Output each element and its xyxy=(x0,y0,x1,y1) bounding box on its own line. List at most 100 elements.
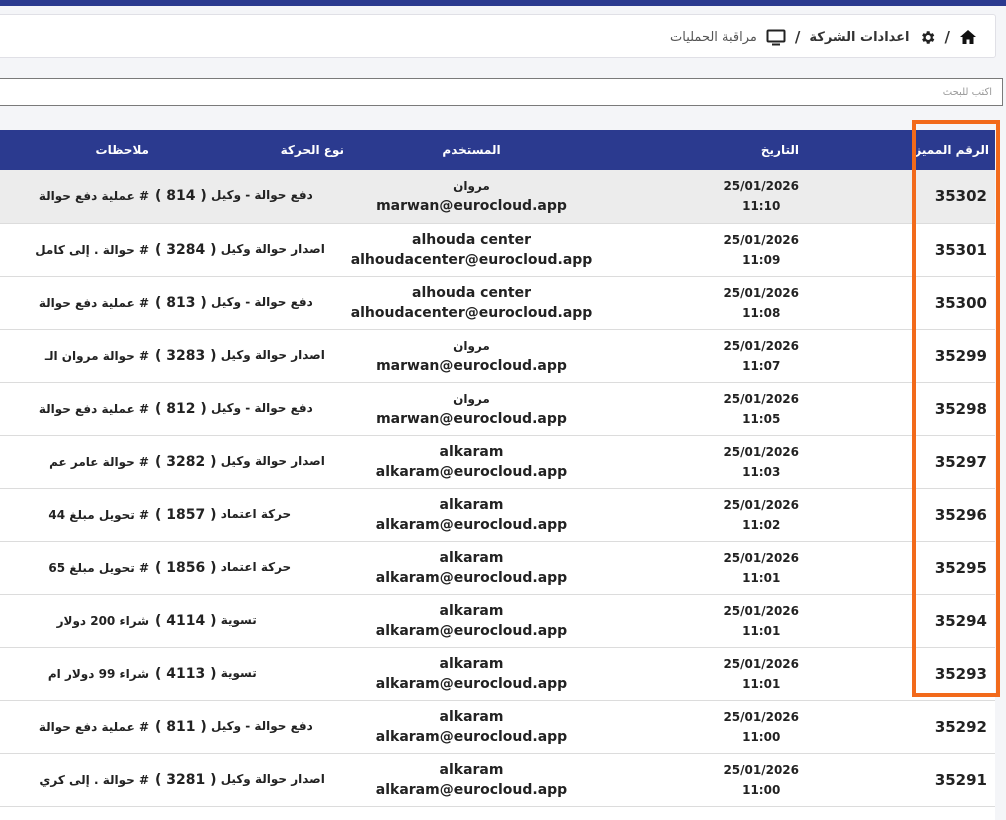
cell-id: 35295 xyxy=(934,558,987,577)
date-value: 25/01/2026 xyxy=(723,285,799,300)
table-row[interactable]: # تحويل مبلغ 44 حركة اعتماد ( 1857 ) alkar… xyxy=(0,488,995,541)
gear-icon xyxy=(919,29,936,46)
type-number: ( 3283 ) xyxy=(155,347,217,364)
type-label: تسوية xyxy=(220,612,257,627)
cell-id: 35294 xyxy=(934,611,987,630)
cell-date: 25/01/2026 11:07 xyxy=(598,329,903,382)
cell-id: 35301 xyxy=(934,240,987,259)
cell-id: 35297 xyxy=(934,452,987,471)
cell-user: alkaram alkaram@eurocloud.app xyxy=(345,594,598,647)
time-value: 11:10 xyxy=(742,199,781,214)
table-row[interactable]: # عملية دفع حوالة دفع حوالة - وكيل ( 813 … xyxy=(0,276,995,329)
date-value: 25/01/2026 xyxy=(723,391,799,406)
table-row[interactable]: # حوالة . إلى كري اصدار حوالة وكيل ( 3281… xyxy=(0,753,995,806)
cell-notes: # عملية دفع حوالة xyxy=(38,295,149,310)
time-value: 11:00 xyxy=(742,729,781,744)
user-email: alkaram@eurocloud.app xyxy=(375,516,568,533)
type-label: دفع حوالة - وكيل xyxy=(210,188,313,203)
cell-type: اصدار حوالة وكيل ( 3283 ) xyxy=(155,329,345,382)
breadcrumb-separator: / xyxy=(794,28,801,46)
type-label: اصدار حوالة وكيل xyxy=(220,347,325,362)
cell-id: 35300 xyxy=(934,293,987,312)
date-value: 25/01/2026 xyxy=(723,709,799,724)
user-name: مروان xyxy=(453,338,490,353)
user-name: مروان xyxy=(453,179,490,194)
cell-type: دفع حوالة - وكيل ( 814 ) xyxy=(155,170,345,223)
cell-notes: # حوالة عامر عم xyxy=(49,454,149,469)
type-label: اصدار حوالة وكيل xyxy=(220,771,325,786)
date-value: 25/01/2026 xyxy=(723,603,799,618)
user-email: alkaram@eurocloud.app xyxy=(375,781,568,798)
type-number: ( 814 ) xyxy=(155,188,207,205)
table-row[interactable]: شراء 99 دولار ام تسوية ( 4113 ) alkaram alk… xyxy=(0,647,995,700)
monitor-icon xyxy=(766,29,786,46)
cell-user: alkaram alkaram@eurocloud.app xyxy=(345,700,598,753)
time-value: 11:02 xyxy=(742,517,781,532)
cell-date: 25/01/2026 11:00 xyxy=(598,753,903,806)
type-number: ( 3284 ) xyxy=(155,241,217,258)
top-accent-bar xyxy=(0,0,1006,6)
cell-user: alkaram alkaram@eurocloud.app xyxy=(345,753,598,806)
cell-notes: # حوالة مروان الـ xyxy=(44,348,149,363)
type-number: ( 1857 ) xyxy=(155,506,217,523)
table-row[interactable]: # حوالة . إلى كامل اصدار حوالة وكيل ( 328… xyxy=(0,223,995,276)
cell-date: 25/01/2026 11:05 xyxy=(598,382,903,435)
table-row[interactable]: # تحويل مبلغ 65 حركة اعتماد ( 1856 ) alkar… xyxy=(0,541,995,594)
type-label: دفع حوالة - وكيل xyxy=(210,294,313,309)
user-email: alhoudacenter@eurocloud.app xyxy=(350,251,593,268)
date-value: 25/01/2026 xyxy=(723,656,799,671)
breadcrumb: / اعدادات الشركة / مراقبة الحمليات xyxy=(0,14,996,58)
date-value: 25/01/2026 xyxy=(723,179,799,194)
table-row[interactable]: # عملية دفع حوالة دفع حوالة - وكيل ( 814 … xyxy=(0,170,995,223)
cell-notes: # عملية دفع حوالة xyxy=(38,719,149,734)
user-name: alkaram xyxy=(439,549,504,566)
cell-type: حركة اعتماد ( 1857 ) xyxy=(155,488,345,541)
cell-id: 35299 xyxy=(934,346,987,365)
header-date[interactable]: التاريخ xyxy=(598,130,903,170)
type-label: اصدار حوالة وكيل xyxy=(220,241,325,256)
type-label: دفع حوالة - وكيل xyxy=(210,400,313,415)
table-row[interactable]: # عملية دفع حوالة دفع حوالة - وكيل ( 811 … xyxy=(0,700,995,753)
date-value: 25/01/2026 xyxy=(723,550,799,565)
scroll-gutter xyxy=(995,130,1006,820)
cell-id: 35298 xyxy=(934,399,987,418)
date-value: 25/01/2026 xyxy=(723,497,799,512)
type-label: حركة اعتماد xyxy=(220,559,292,574)
cell-notes: # حوالة . إلى كامل xyxy=(35,242,149,257)
time-value: 11:05 xyxy=(742,411,781,426)
header-notes[interactable]: ملاحظات xyxy=(0,130,155,170)
user-email: marwan@eurocloud.app xyxy=(376,357,567,374)
type-label: تسوية xyxy=(220,665,257,680)
time-value: 11:00 xyxy=(742,782,781,797)
breadcrumb-separator: / xyxy=(944,28,950,46)
table-row[interactable]: شراء 200 دولار تسوية ( 4114 ) alkaram alkar… xyxy=(0,594,995,647)
home-icon[interactable] xyxy=(959,29,977,45)
type-label: اصدار حوالة وكيل xyxy=(220,453,325,468)
cell-user: مروان marwan@eurocloud.app xyxy=(345,329,598,382)
cell-notes: شراء 99 دولار ام xyxy=(47,666,149,681)
date-value: 25/01/2026 xyxy=(723,232,799,247)
user-email: alkaram@eurocloud.app xyxy=(375,622,568,639)
cell-user: مروان marwan@eurocloud.app xyxy=(345,170,598,223)
time-value: 11:01 xyxy=(742,623,781,638)
time-value: 11:08 xyxy=(742,305,781,320)
cell-type: دفع حوالة - وكيل ( 811 ) xyxy=(155,700,345,753)
table-row[interactable]: # عملية دفع حوالة دفع حوالة - وكيل ( 812 … xyxy=(0,382,995,435)
table-row[interactable]: # حوالة مروان الـ اصدار حوالة وكيل ( 3283… xyxy=(0,329,995,382)
table-row[interactable]: # حوالة عامر عم اصدار حوالة وكيل ( 3282 )… xyxy=(0,435,995,488)
type-number: ( 4113 ) xyxy=(155,665,217,682)
header-type[interactable]: نوع الحركة xyxy=(155,130,345,170)
cell-date: 25/01/2026 11:08 xyxy=(598,276,903,329)
user-name: alkaram xyxy=(439,655,504,672)
breadcrumb-company-settings[interactable]: اعدادات الشركة xyxy=(809,30,909,45)
user-email: marwan@eurocloud.app xyxy=(376,198,567,215)
cell-date: 25/01/2026 11:03 xyxy=(598,435,903,488)
cell-user: مروان marwan@eurocloud.app xyxy=(345,382,598,435)
header-id[interactable]: الرقم المميز xyxy=(903,130,995,170)
date-value: 25/01/2026 xyxy=(723,762,799,777)
table-header-row: ملاحظات نوع الحركة المستخدم التاريخ الرق… xyxy=(0,130,995,170)
header-user[interactable]: المستخدم xyxy=(345,130,598,170)
type-number: ( 3282 ) xyxy=(155,453,217,470)
search-input[interactable] xyxy=(0,79,1002,105)
type-number: ( 1856 ) xyxy=(155,559,217,576)
